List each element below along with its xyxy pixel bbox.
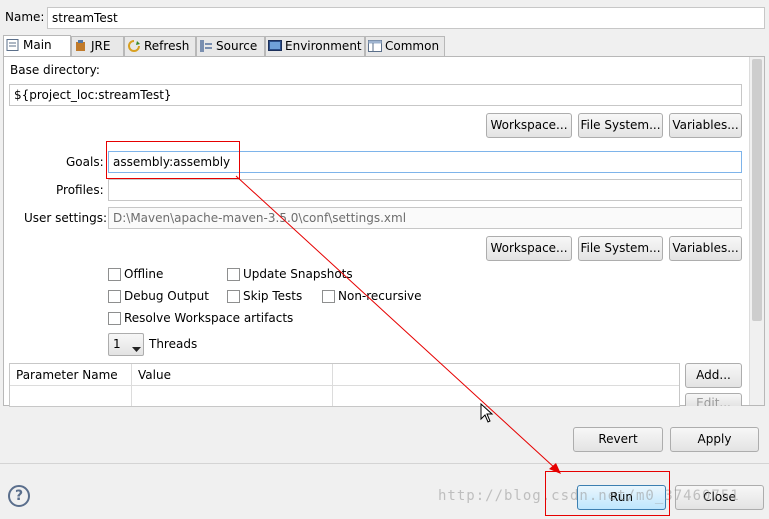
tab-refresh-label: Refresh [144, 39, 190, 53]
parameter-table[interactable]: Parameter Name Value [9, 363, 680, 407]
offline-checkbox[interactable] [108, 268, 121, 281]
param-column-divider [131, 386, 132, 406]
param-name-header[interactable]: Parameter Name [10, 364, 132, 386]
main-tab-icon [6, 38, 20, 51]
param-value-header[interactable]: Value [132, 364, 333, 386]
base-workspace-button[interactable]: Workspace... [486, 113, 572, 138]
settings-filesystem-button[interactable]: File System... [578, 236, 663, 261]
settings-variables-button[interactable]: Variables... [669, 236, 742, 261]
debug-output-checkbox[interactable] [108, 290, 121, 303]
goals-highlight-box [106, 141, 240, 179]
refresh-icon [127, 39, 141, 52]
skip-tests-label: Skip Tests [243, 289, 303, 303]
add-parameter-button[interactable]: Add... [685, 363, 742, 388]
name-input[interactable]: streamTest [47, 7, 765, 29]
user-settings-input[interactable]: D:\Maven\apache-maven-3.5.0\conf\setting… [108, 207, 742, 229]
tab-jre-label: JRE [91, 39, 111, 53]
tab-source[interactable]: Source [196, 36, 265, 56]
base-directory-input[interactable]: ${project_loc:streamTest} [9, 84, 742, 106]
revert-button[interactable]: Revert [573, 427, 663, 452]
scrollbar-thumb[interactable] [752, 59, 762, 321]
non-recursive-label: Non-recursive [338, 289, 422, 303]
help-icon[interactable]: ? [8, 485, 30, 507]
main-tab-panel: Base directory: ${project_loc:streamTest… [3, 56, 765, 407]
profiles-input[interactable] [108, 179, 742, 201]
update-snapshots-label: Update Snapshots [243, 267, 353, 281]
param-column-divider [332, 386, 333, 406]
user-settings-label: User settings: [24, 211, 108, 225]
chevron-down-icon [132, 342, 141, 356]
tab-common-label: Common [385, 39, 440, 53]
update-snapshots-checkbox[interactable] [227, 268, 240, 281]
apply-button[interactable]: Apply [670, 427, 759, 452]
tab-main-label: Main [23, 38, 52, 52]
skip-tests-checkbox[interactable] [227, 290, 240, 303]
threads-select[interactable]: 1 [108, 333, 144, 356]
panel-scrollbar[interactable] [749, 57, 764, 405]
tab-common[interactable]: Common [365, 36, 445, 56]
settings-workspace-button[interactable]: Workspace... [486, 236, 572, 261]
tab-environment[interactable]: Environment [265, 36, 365, 56]
tab-jre[interactable]: JRE [71, 36, 124, 56]
tab-source-label: Source [216, 39, 258, 53]
threads-label: Threads [149, 337, 198, 351]
base-filesystem-button[interactable]: File System... [578, 113, 663, 138]
threads-value: 1 [113, 337, 121, 351]
run-highlight-box [545, 471, 670, 516]
base-directory-label: Base directory: [10, 63, 100, 77]
tab-refresh[interactable]: Refresh [124, 36, 196, 56]
name-label: Name: [5, 10, 45, 24]
jre-icon [74, 39, 88, 51]
resolve-workspace-label: Resolve Workspace artifacts [124, 311, 294, 325]
param-filler-header [333, 364, 679, 386]
source-icon [199, 39, 213, 52]
tab-environment-label: Environment [285, 39, 362, 53]
edit-parameter-button[interactable]: Edit... [685, 393, 742, 406]
debug-output-label: Debug Output [124, 289, 209, 303]
offline-label: Offline [124, 267, 164, 281]
resolve-workspace-checkbox[interactable] [108, 312, 121, 325]
common-icon [368, 39, 382, 52]
goals-label: Goals: [66, 155, 104, 169]
environment-icon [268, 39, 282, 51]
mouse-cursor-icon [480, 403, 494, 423]
non-recursive-checkbox[interactable] [322, 290, 335, 303]
tab-main[interactable]: Main [3, 35, 71, 57]
footer-separator [0, 463, 769, 464]
base-variables-button[interactable]: Variables... [669, 113, 742, 138]
profiles-label: Profiles: [56, 183, 104, 197]
